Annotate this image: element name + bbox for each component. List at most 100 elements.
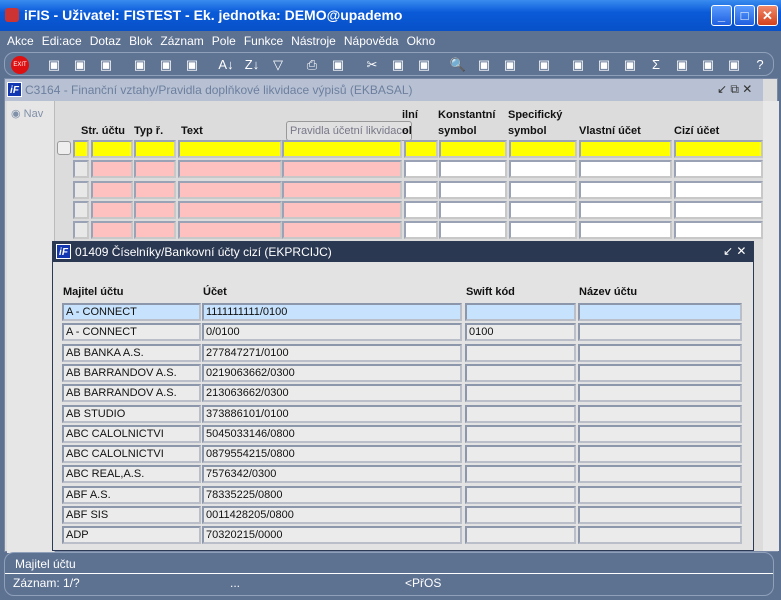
menu-6[interactable]: Funkce <box>244 34 283 48</box>
account-cell[interactable] <box>578 404 742 423</box>
minimize-button[interactable]: _ <box>711 5 732 26</box>
properties-icon[interactable]: ▣ <box>535 56 553 74</box>
account-cell[interactable]: 7576342/0300 <box>202 465 462 484</box>
delete-record-icon[interactable]: ▣ <box>97 56 115 74</box>
account-cell[interactable] <box>578 424 742 443</box>
rules-cell[interactable] <box>404 180 438 199</box>
rules-cell[interactable] <box>674 200 763 219</box>
save-icon[interactable]: ▣ <box>71 56 89 74</box>
menu-2[interactable]: Dotaz <box>90 34 121 48</box>
scroll-up-button[interactable] <box>57 141 71 155</box>
columns-icon[interactable]: ▣ <box>501 56 519 74</box>
browser-icon[interactable]: ▣ <box>699 56 717 74</box>
menu-7[interactable]: Nástroje <box>291 34 336 48</box>
calendar-icon[interactable]: ▣ <box>621 56 639 74</box>
query-cancel-icon[interactable]: ▣ <box>183 56 201 74</box>
query-execute-icon[interactable]: ▣ <box>157 56 175 74</box>
list-icon[interactable]: ▣ <box>475 56 493 74</box>
menu-1[interactable]: Edi:ace <box>42 34 82 48</box>
rules-cell[interactable] <box>178 140 282 158</box>
exit-icon[interactable]: EXIT <box>11 56 29 74</box>
account-cell[interactable] <box>578 303 742 321</box>
filter-icon[interactable]: ▽ <box>269 56 287 74</box>
insert-record-icon[interactable]: ▣ <box>45 56 63 74</box>
rules-cell[interactable] <box>674 160 763 179</box>
rules-cell[interactable] <box>439 160 507 179</box>
account-cell[interactable] <box>465 303 576 321</box>
rules-cell[interactable] <box>91 221 133 240</box>
rules-cell[interactable] <box>404 200 438 219</box>
account-cell[interactable]: 373886101/0100 <box>202 404 462 423</box>
window-controls-icon[interactable]: ↙ ⧉ ✕ <box>717 82 752 97</box>
help-icon[interactable]: ? <box>751 56 769 74</box>
rules-cell[interactable] <box>73 160 89 179</box>
account-cell[interactable] <box>578 343 742 362</box>
rules-cell[interactable] <box>674 221 763 240</box>
account-cell[interactable]: 70320215/0000 <box>202 526 462 545</box>
account-cell[interactable] <box>578 506 742 524</box>
account-cell[interactable]: 78335225/0800 <box>202 485 462 504</box>
rules-cell[interactable] <box>509 140 577 158</box>
help-context-icon[interactable]: ▣ <box>725 56 743 74</box>
account-cell[interactable]: 0879554215/0800 <box>202 445 462 464</box>
rules-cell[interactable] <box>579 180 672 199</box>
account-cell[interactable]: 277847271/0100 <box>202 343 462 362</box>
account-cell[interactable]: 0/0100 <box>202 323 462 342</box>
tree-icon[interactable]: ▣ <box>595 56 613 74</box>
account-cell[interactable] <box>465 485 576 504</box>
paste-icon[interactable]: ▣ <box>415 56 433 74</box>
rules-cell[interactable] <box>674 180 763 199</box>
account-cell[interactable] <box>465 445 576 464</box>
vertical-scrollbar[interactable] <box>763 101 779 551</box>
menu-9[interactable]: Okno <box>407 34 436 48</box>
account-cell[interactable]: 0011428205/0800 <box>202 506 462 524</box>
cut-icon[interactable]: ✂ <box>363 56 381 74</box>
account-cell[interactable]: 0100 <box>465 323 576 342</box>
rules-cell[interactable] <box>91 180 133 199</box>
rules-cell[interactable] <box>178 221 282 240</box>
account-cell[interactable]: ABF A.S. <box>62 485 201 504</box>
rules-cell[interactable] <box>134 200 176 219</box>
rules-cell[interactable] <box>73 221 89 240</box>
excel-icon[interactable]: ▣ <box>673 56 691 74</box>
rules-cell[interactable] <box>73 140 89 158</box>
query-enter-icon[interactable]: ▣ <box>131 56 149 74</box>
account-cell[interactable] <box>578 465 742 484</box>
account-cell[interactable] <box>465 424 576 443</box>
settings-icon[interactable]: ▣ <box>569 56 587 74</box>
rules-cell[interactable] <box>509 180 577 199</box>
account-cell[interactable] <box>578 323 742 342</box>
account-cell[interactable]: A - CONNECT <box>62 323 201 342</box>
account-cell[interactable]: AB BANKA A.S. <box>62 343 201 362</box>
print-preview-icon[interactable]: ▣ <box>329 56 347 74</box>
sort-desc-icon[interactable]: Z↓ <box>243 56 261 74</box>
rules-cell[interactable] <box>404 140 438 158</box>
rules-cell[interactable] <box>178 200 282 219</box>
menu-5[interactable]: Pole <box>212 34 236 48</box>
menu-4[interactable]: Záznam <box>160 34 203 48</box>
rules-cell[interactable] <box>73 200 89 219</box>
rules-cell[interactable] <box>439 180 507 199</box>
account-cell[interactable]: 1111111111/0100 <box>202 303 462 321</box>
rules-cell[interactable] <box>134 160 176 179</box>
zoom-icon[interactable]: 🔍 <box>449 56 467 74</box>
menu-3[interactable]: Blok <box>129 34 152 48</box>
account-cell[interactable] <box>465 404 576 423</box>
rules-cell[interactable] <box>134 180 176 199</box>
rules-cell[interactable] <box>134 140 176 158</box>
copy-icon[interactable]: ▣ <box>389 56 407 74</box>
account-cell[interactable] <box>578 526 742 545</box>
account-cell[interactable]: AB BARRANDOV A.S. <box>62 363 201 382</box>
rules-cell[interactable] <box>91 200 133 219</box>
rules-cell[interactable] <box>91 160 133 179</box>
rules-cell[interactable] <box>404 221 438 240</box>
rules-cell[interactable] <box>509 160 577 179</box>
account-cell[interactable]: ADP <box>62 526 201 545</box>
account-cell[interactable]: 213063662/0300 <box>202 384 462 403</box>
rules-cell[interactable] <box>439 221 507 240</box>
menu-8[interactable]: Nápověda <box>344 34 399 48</box>
account-cell[interactable] <box>578 485 742 504</box>
rules-cell[interactable] <box>178 160 282 179</box>
rules-cell[interactable] <box>579 140 672 158</box>
account-cell[interactable]: ABC CALOLNICTVI <box>62 424 201 443</box>
